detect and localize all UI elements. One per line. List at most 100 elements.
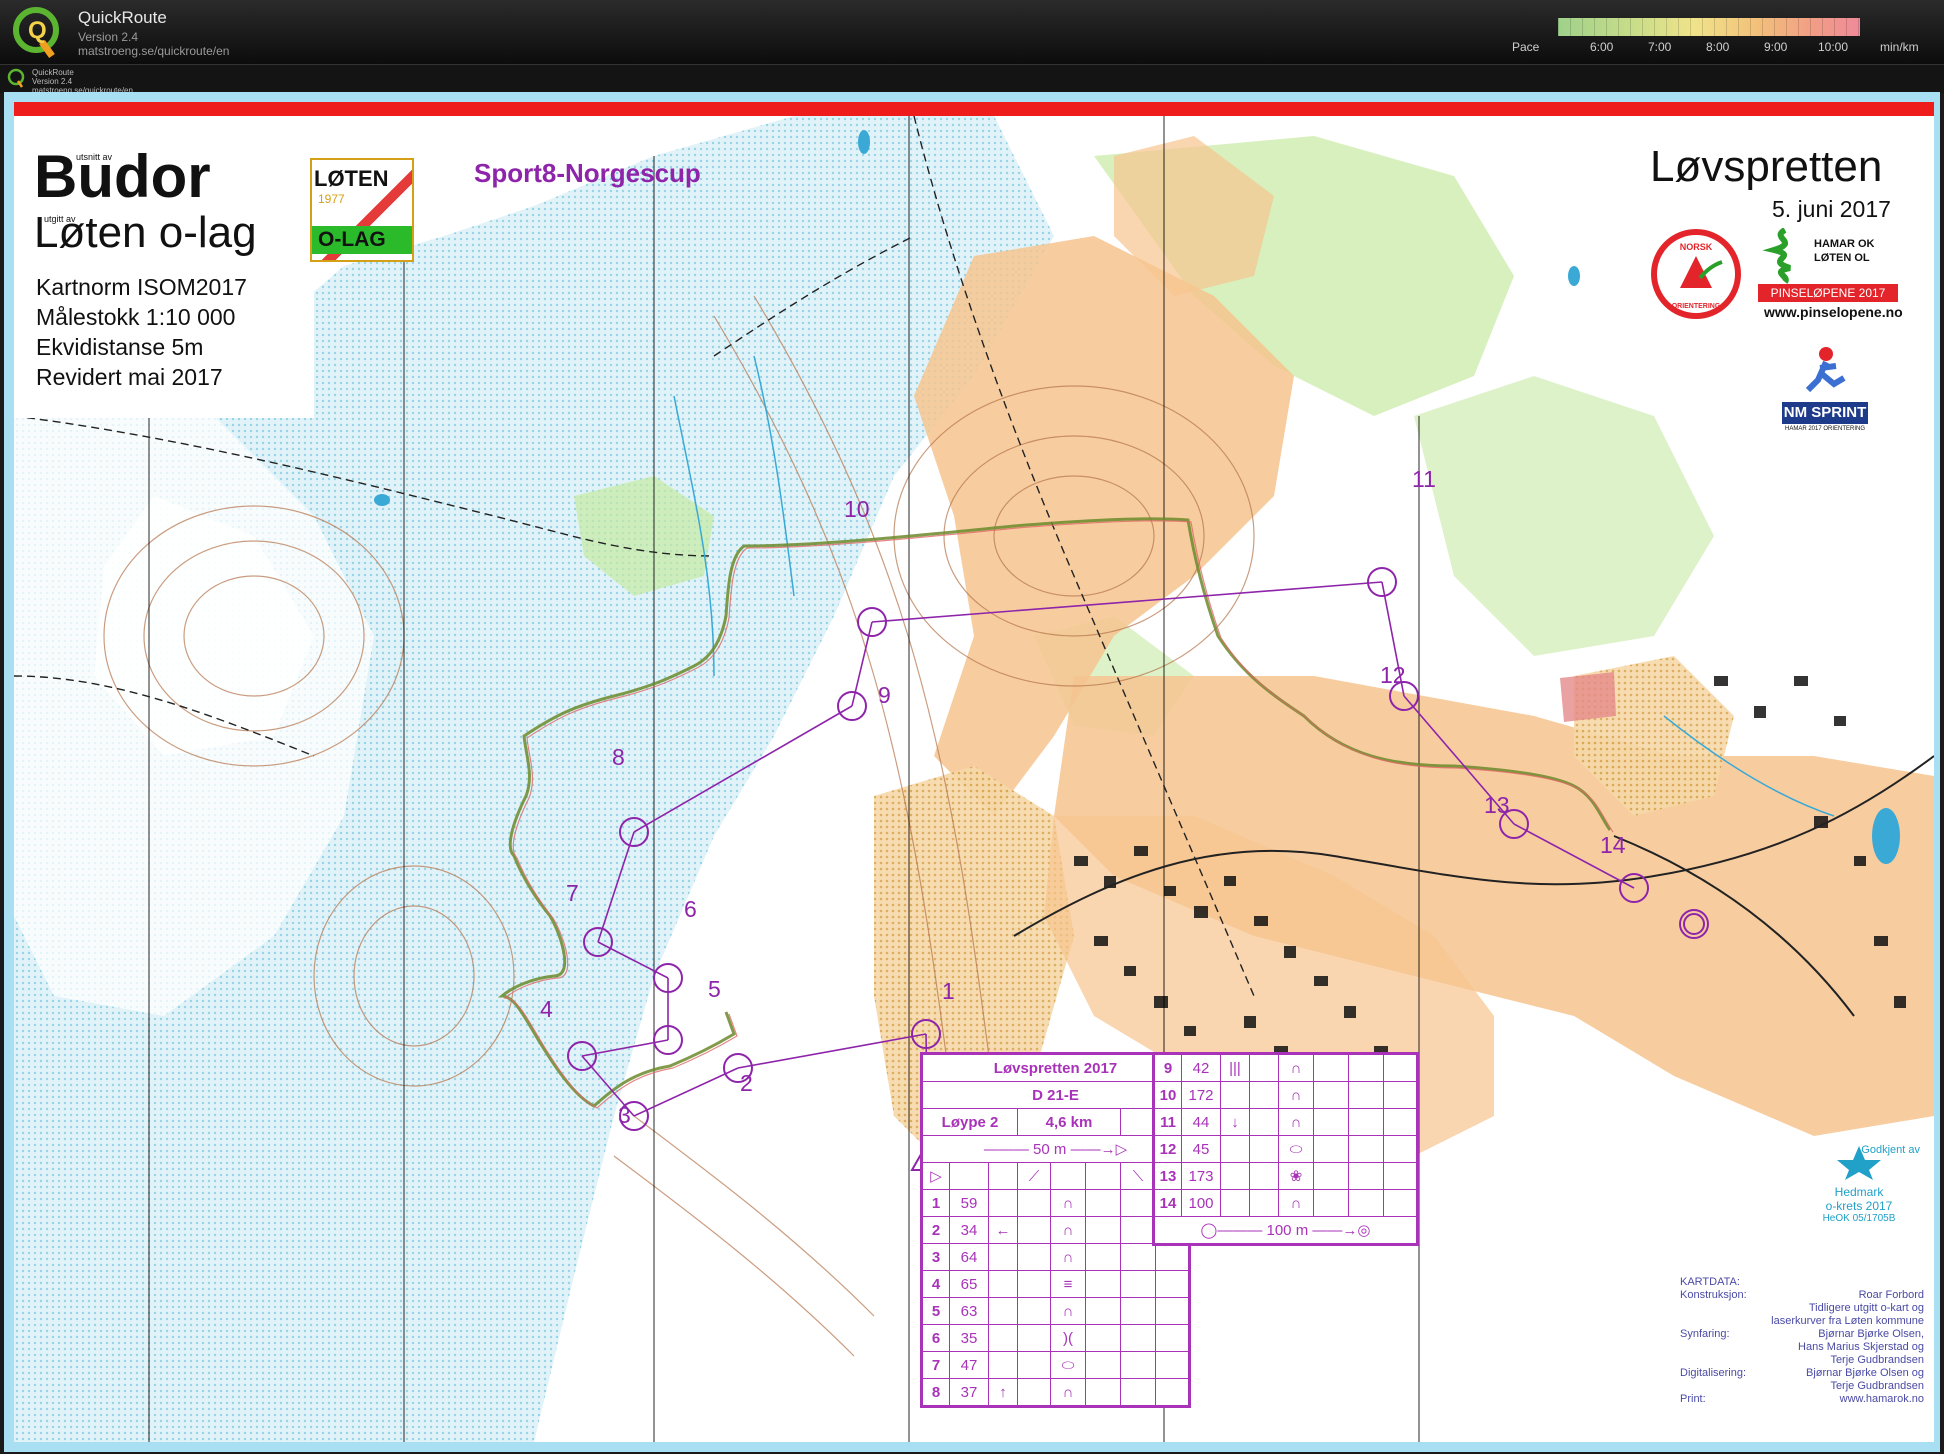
desc-control-number: 5 [922,1297,950,1325]
description-row: 11 44 ↓ ∩ [1154,1108,1417,1136]
desc-feature-symbol: ⬭ [1278,1135,1314,1163]
orienteering-map[interactable]: 1 2 3 4 5 6 7 8 9 10 11 12 13 14 utsnitt… [14,102,1934,1442]
desc-feature-symbol: ❀ [1278,1162,1314,1190]
norsk-logo-top: NORSK [1680,242,1713,252]
finish-circle [1683,913,1705,935]
control-number: 3 [618,1102,631,1128]
event-date: 5. juni 2017 [1772,196,1891,222]
desc-empty [1120,1378,1156,1406]
pace-scale-grid [1558,18,1860,36]
pace-tick: 6:00 [1590,40,1614,54]
desc-empty [1120,1351,1156,1379]
kartdata-value: Terje Gudbrandsen [1830,1380,1924,1392]
pace-tick: 7:00 [1648,40,1672,54]
desc-empty [1085,1216,1121,1244]
desc-feature-symbol: ≡ [1050,1270,1086,1298]
control-number: 5 [708,976,721,1002]
loten-logo-year: 1977 [318,192,345,206]
event-title: Løvspretten [1650,142,1883,191]
sprint-text: SPRINT [1811,404,1867,421]
control-number: 11 [1412,466,1436,492]
desc-empty [1085,1270,1121,1298]
kartdata-value: Terje Gudbrandsen [1830,1354,1924,1366]
desc-start-note: 50 m [1033,1141,1067,1158]
description-row: 1 59 ∩ [922,1189,1189,1217]
desc-empty [1085,1297,1121,1325]
desc-empty [1085,1189,1121,1217]
description-row: 12 45 ⬭ [1154,1135,1417,1163]
desc-empty [1120,1243,1156,1271]
desc-empty [1017,1324,1051,1352]
app-version: Version 2.4 [78,30,139,44]
kartdata-value: Tidligere utgitt o-kart og [1808,1302,1924,1314]
desc-empty [1120,1216,1156,1244]
kartdata-line: Terje Gudbrandsen [1680,1354,1924,1367]
pace-label: Pace [1512,40,1540,54]
norsk-logo-bottom: ORIENTERING [1672,303,1721,310]
desc-control-code: 44 [1181,1108,1221,1136]
kartdata-line: Print: www.hamarok.no [1680,1393,1924,1406]
spec-line: Målestokk 1:10 000 [36,304,236,330]
desc-empty [1017,1270,1051,1298]
desc-empty [1249,1189,1279,1217]
desc-empty [1017,1243,1051,1271]
description-row: 13 173 ❀ [1154,1162,1417,1190]
desc-empty [1017,1297,1051,1325]
loten-logo-line1: LØTEN [314,166,389,191]
desc-empty [1120,1270,1156,1298]
sub-title: QuickRoute Version 2.4 matstroeng.se/qui… [32,68,133,95]
cup-title: Sport8-Norgescup [474,158,701,188]
desc-control-number: 7 [922,1351,950,1379]
desc-control-number: 12 [1154,1135,1182,1163]
desc-feature-symbol: ∩ [1278,1108,1314,1136]
control-number: 13 [1484,792,1510,818]
desc-control-number: 13 [1154,1162,1182,1190]
desc-empty [1313,1081,1349,1109]
desc-control-code: 100 [1181,1189,1221,1217]
nm-sprint-text: NM SPRINT [1782,402,1868,424]
control-description-right: 9 42 ||| ∩ 10 172 ∩ 11 44 ↓ ∩ 12 45 ⬭ 13 173 ❀ 14 100 ∩ ◯——… [1152,1052,1419,1246]
spec-line: Revidert mai 2017 [36,364,223,390]
description-row: 14 100 ∩ [1154,1189,1417,1217]
desc-control-number: 1 [922,1189,950,1217]
app-url[interactable]: matstroeng.se/quickroute/en [78,44,229,58]
course-leg [851,621,873,707]
desc-empty [1017,1351,1051,1379]
course-leg [633,705,853,833]
nm-sprint-logo: NM SPRINT HAMAR 2017 ORIENTERING [1782,344,1868,444]
desc-empty [1120,1324,1156,1352]
kartdata-value: Hans Marius Skjerstad og [1798,1341,1924,1353]
desc-empty [1313,1189,1349,1217]
kartdata-line: Hans Marius Skjerstad og [1680,1341,1924,1354]
desc-control-code: 63 [949,1297,989,1325]
desc-control-number: 10 [1154,1081,1182,1109]
course-leg [871,581,1383,623]
pace-tick: 9:00 [1764,40,1788,54]
desc-feature-symbol: ∩ [1050,1189,1086,1217]
desc-direction [988,1189,1018,1217]
desc-empty [1085,1378,1121,1406]
hamar-logo-banner: PINSELØPENE 2017 [1758,284,1898,302]
description-row: 2 34 ← ∩ [922,1216,1189,1244]
hedmark-line4: HeOK 05/1705B [1822,1213,1896,1224]
desc-feature-symbol: ∩ [1278,1054,1314,1082]
desc-control-number: 6 [922,1324,950,1352]
desc-control-number: 4 [922,1270,950,1298]
desc-empty [1017,1216,1051,1244]
nm-text: NM [1783,404,1808,421]
description-row: 9 42 ||| ∩ [1154,1054,1417,1082]
desc-feature-symbol: ∩ [1050,1216,1086,1244]
pinse-web[interactable]: www.pinselopene.no [1764,304,1903,320]
desc-empty [1017,1378,1051,1406]
desc-title: Løvspretten 2017 [922,1054,1189,1082]
desc-control-code: 65 [949,1270,989,1298]
runner-icon [1805,347,1846,393]
kartdata-value: Roar Forbord [1858,1289,1924,1301]
hedmark-approval: Godkjent av Hedmark o-krets 2017 HeOK 05… [1794,1142,1924,1252]
desc-empty [1155,1324,1189,1352]
kartdata-label: Synfaring: [1680,1328,1730,1340]
control-description-left: Løvspretten 2017 D 21-E Løype 2 4,6 km —… [920,1052,1191,1408]
description-row: 5 63 ∩ [922,1297,1189,1325]
description-row: 10 172 ∩ [1154,1081,1417,1109]
description-row: 7 47 ⬭ [922,1351,1189,1379]
